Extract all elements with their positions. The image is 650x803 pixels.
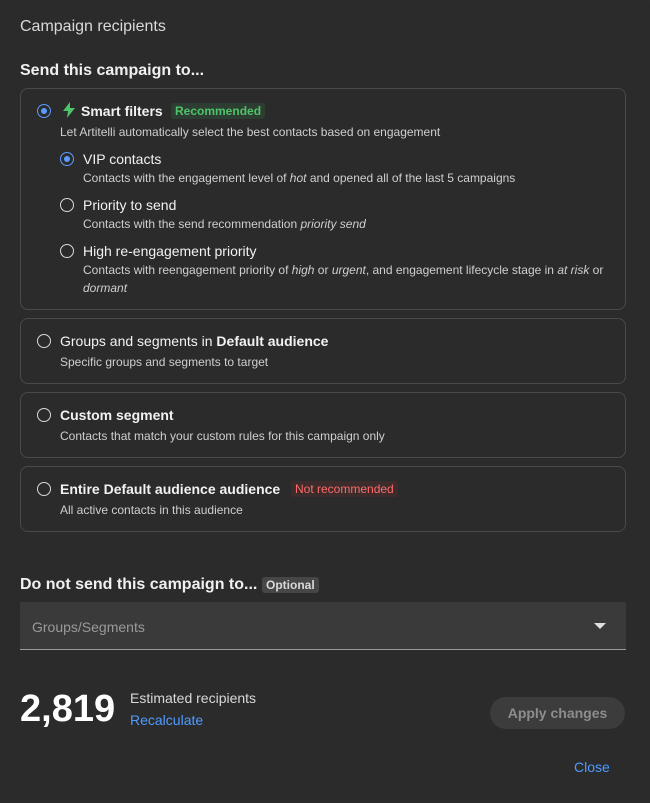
- custom-segment-card[interactable]: Custom segment Contacts that match your …: [20, 392, 626, 458]
- groups-segments-card[interactable]: Groups and segments in Default audience …: [20, 318, 626, 384]
- custom-segment-desc: Contacts that match your custom rules fo…: [60, 429, 385, 443]
- campaign-recipients-dialog: Campaign recipients Send this campaign t…: [0, 0, 650, 803]
- groups-segments-desc: Specific groups and segments to target: [60, 355, 269, 369]
- smart-filters-radio[interactable]: [37, 104, 51, 118]
- lightning-icon: [63, 102, 75, 118]
- custom-segment-label: Custom segment: [60, 407, 174, 423]
- entire-audience-card[interactable]: Entire Default audience audience Not rec…: [20, 466, 626, 532]
- vip-contacts-radio[interactable]: [60, 152, 74, 166]
- entire-audience-desc: All active contacts in this audience: [60, 503, 243, 517]
- dialog-title: Campaign recipients: [20, 18, 166, 35]
- recommended-badge: Recommended: [171, 103, 266, 119]
- high-reengagement-radio[interactable]: [60, 244, 74, 258]
- recalculate-link[interactable]: Recalculate: [130, 712, 203, 728]
- priority-to-send-desc: Contacts with the send recommendation pr…: [83, 217, 366, 231]
- high-reengagement-desc: Contacts with reengagement priority of h…: [83, 263, 604, 295]
- optional-badge: Optional: [262, 577, 319, 593]
- high-reengagement-label: High re-engagement priority: [83, 243, 257, 259]
- not-recommended-badge: Not recommended: [291, 481, 398, 497]
- send-heading: Send this campaign to...: [20, 62, 205, 79]
- custom-segment-radio[interactable]: [37, 408, 51, 422]
- entire-audience-label: Entire Default audience audience: [60, 481, 281, 497]
- vip-contacts-label: VIP contacts: [83, 151, 162, 167]
- priority-to-send-label: Priority to send: [83, 197, 177, 213]
- priority-to-send-radio[interactable]: [60, 198, 74, 212]
- recipient-count: 2,819: [20, 688, 116, 730]
- groups-segments-radio[interactable]: [37, 334, 51, 348]
- exclude-heading: Do not send this campaign to...: [20, 576, 258, 593]
- exclude-segments-select[interactable]: Groups/Segments: [20, 602, 626, 650]
- smart-filters-desc: Let Artitelli automatically select the b…: [60, 125, 441, 139]
- entire-audience-radio[interactable]: [37, 482, 51, 496]
- chevron-down-icon[interactable]: [594, 623, 606, 629]
- groups-segments-label: Groups and segments in Default audience: [60, 333, 329, 349]
- close-button[interactable]: Close: [574, 759, 610, 775]
- smart-filters-card[interactable]: Smart filters Recommended Let Artitelli …: [20, 88, 626, 310]
- estimated-recipients-label: Estimated recipients: [130, 690, 257, 706]
- smart-filters-label: Smart filters: [81, 103, 163, 119]
- select-placeholder: Groups/Segments: [32, 619, 145, 635]
- apply-changes-button[interactable]: Apply changes: [490, 697, 625, 729]
- vip-contacts-desc: Contacts with the engagement level of ho…: [83, 171, 516, 185]
